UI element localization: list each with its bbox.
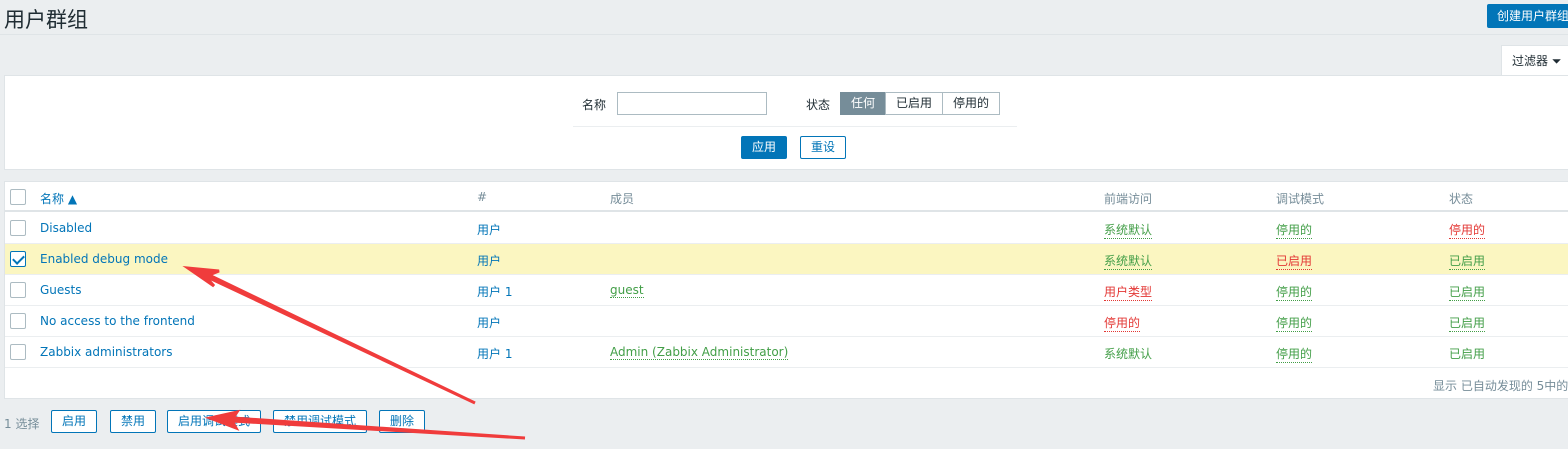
apply-button[interactable]: 应用 — [741, 136, 788, 159]
users-link[interactable]: 用户 — [477, 221, 501, 238]
column-frontend: 前端访问 — [1104, 192, 1153, 206]
frontend-access-toggle[interactable]: 系统默认 — [1104, 221, 1153, 239]
users-link[interactable]: 用户 1 — [477, 283, 512, 300]
filter-panel: 名称 状态 任何 已启用 停用的 应用 重设 — [4, 75, 1568, 170]
name-label: 名称 — [582, 98, 607, 112]
reset-button[interactable]: 重设 — [800, 136, 847, 159]
debug-mode-toggle[interactable]: 停用的 — [1276, 221, 1313, 239]
debug-mode-toggle[interactable]: 停用的 — [1276, 345, 1313, 363]
disable-button[interactable]: 禁用 — [110, 410, 157, 433]
column-debug: 调试模式 — [1276, 192, 1325, 206]
divider — [0, 34, 1568, 35]
row-checkbox[interactable] — [10, 220, 26, 236]
enable-debug-button[interactable]: 启用调试模式 — [167, 410, 262, 433]
group-name-link[interactable]: Enabled debug mode — [40, 252, 168, 266]
user-groups-table: 名称 ▲ # 成员 前端访问 调试模式 状态 Disabled 用户 系统默认 … — [4, 181, 1568, 399]
select-all-checkbox[interactable] — [10, 189, 26, 205]
frontend-access-toggle[interactable]: 系统默认 — [1104, 345, 1152, 362]
delete-button[interactable]: 删除 — [379, 410, 426, 433]
row-checkbox[interactable] — [10, 251, 26, 267]
status-toggle[interactable]: 已启用 — [1449, 345, 1485, 362]
divider — [573, 126, 1017, 127]
group-name-link[interactable]: Disabled — [40, 221, 92, 235]
members-link[interactable]: Admin (Zabbix Administrator) — [610, 345, 789, 360]
table-row: Enabled debug mode 用户 系统默认 已启用 已启用 — [5, 244, 1568, 275]
status-option-disabled[interactable]: 停用的 — [942, 92, 1001, 115]
status-selector: 任何 已启用 停用的 — [840, 92, 1001, 115]
selected-count: 1 选择 — [4, 417, 40, 431]
table-row: Disabled 用户 系统默认 停用的 停用的 — [5, 213, 1568, 244]
frontend-access-toggle[interactable]: 用户类型 — [1104, 283, 1153, 301]
frontend-access-toggle[interactable]: 停用的 — [1104, 314, 1141, 332]
page-title: 用户群组 — [4, 8, 88, 32]
enable-button[interactable]: 启用 — [51, 410, 98, 433]
filter-icon: ⏷ — [1551, 54, 1562, 68]
status-option-enabled[interactable]: 已启用 — [885, 92, 944, 115]
status-toggle[interactable]: 已启用 — [1449, 283, 1486, 301]
debug-mode-toggle[interactable]: 已启用 — [1276, 252, 1313, 270]
table-row: Zabbix administrators 用户 1 Admin (Zabbix… — [5, 337, 1568, 368]
filter-tab[interactable]: 过滤器 ⏷ — [1501, 45, 1568, 75]
table-row: Guests 用户 1 guest 用户类型 停用的 已启用 — [5, 275, 1568, 306]
name-input[interactable] — [617, 92, 767, 115]
status-option-any[interactable]: 任何 — [840, 92, 887, 115]
row-checkbox[interactable] — [10, 313, 26, 329]
status-toggle[interactable]: 已启用 — [1449, 314, 1486, 332]
debug-mode-toggle[interactable]: 停用的 — [1276, 314, 1313, 332]
status-toggle[interactable]: 停用的 — [1449, 221, 1486, 239]
group-name-link[interactable]: No access to the frontend — [40, 314, 195, 328]
users-link[interactable]: 用户 — [477, 314, 501, 331]
column-name[interactable]: 名称 ▲ — [40, 190, 77, 207]
users-link[interactable]: 用户 1 — [477, 345, 512, 362]
group-name-link[interactable]: Guests — [40, 283, 82, 297]
column-users: # — [477, 190, 488, 204]
group-name-link[interactable]: Zabbix administrators — [40, 345, 172, 359]
debug-mode-toggle[interactable]: 停用的 — [1276, 283, 1313, 301]
frontend-access-toggle[interactable]: 系统默认 — [1104, 252, 1153, 270]
table-row: No access to the frontend 用户 停用的 停用的 已启用 — [5, 306, 1568, 337]
table-footer: 显示 已自动发现的 5中的5 — [1433, 379, 1568, 393]
row-checkbox[interactable] — [10, 344, 26, 360]
table-header: 名称 ▲ # 成员 前端访问 调试模式 状态 — [5, 182, 1568, 212]
users-link[interactable]: 用户 — [477, 252, 501, 269]
filter-tab-label: 过滤器 — [1512, 54, 1549, 68]
status-toggle[interactable]: 已启用 — [1449, 252, 1486, 270]
create-user-group-button[interactable]: 创建用户群组 — [1487, 4, 1568, 28]
column-status: 状态 — [1449, 192, 1474, 206]
status-label: 状态 — [806, 98, 831, 112]
row-checkbox[interactable] — [10, 282, 26, 298]
disable-debug-button[interactable]: 禁用调试模式 — [273, 410, 368, 433]
column-members: 成员 — [610, 192, 635, 206]
members-link[interactable]: guest — [610, 283, 644, 298]
